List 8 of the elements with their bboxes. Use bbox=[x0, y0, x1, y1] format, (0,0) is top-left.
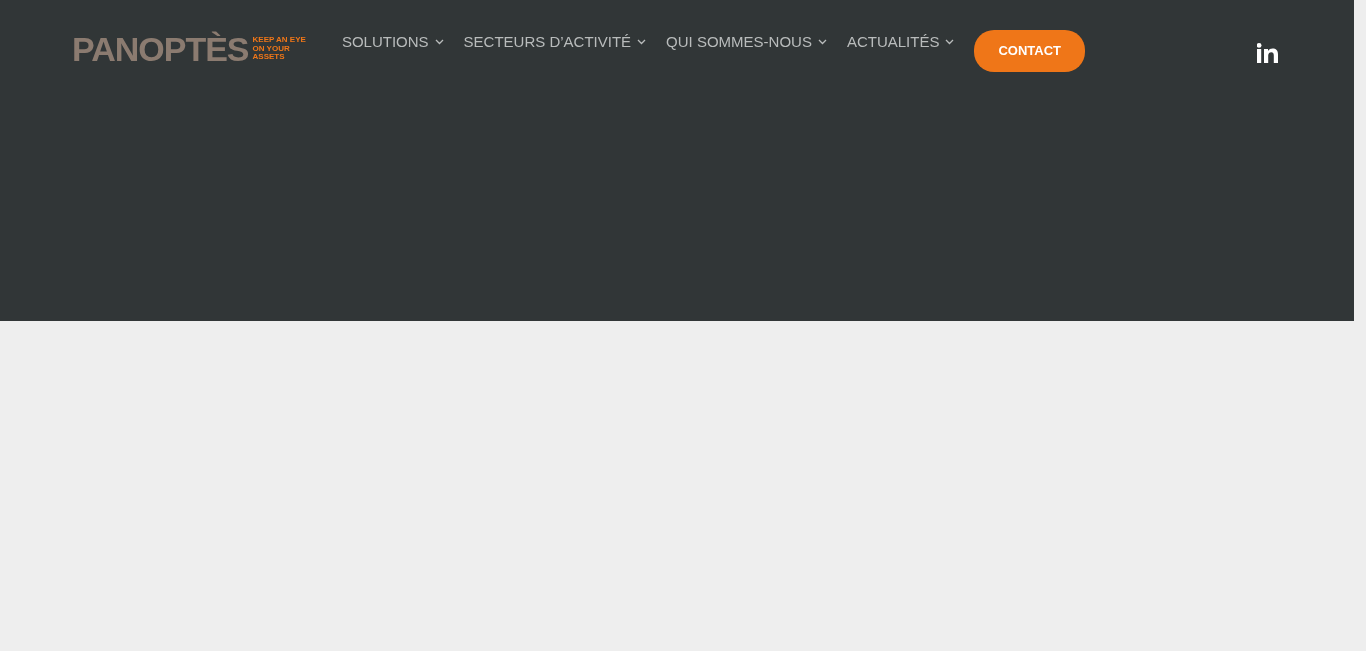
logo-tagline: ASSETS bbox=[252, 53, 286, 63]
logo-tagline: KEEP AN EYE bbox=[252, 35, 306, 45]
logo-tagline: ON YOUR bbox=[252, 44, 291, 54]
nav-link[interactable]: ACTUALITÉS bbox=[846, 31, 955, 54]
nav-link[interactable]: QUI SOMMES-NOUS bbox=[666, 31, 827, 54]
nav-link[interactable]: SOLUTIONS bbox=[341, 31, 444, 54]
nav-link[interactable]: SECTEURS D’ACTIVITÉ bbox=[463, 31, 647, 54]
linkedin-icon[interactable] bbox=[1257, 42, 1278, 63]
